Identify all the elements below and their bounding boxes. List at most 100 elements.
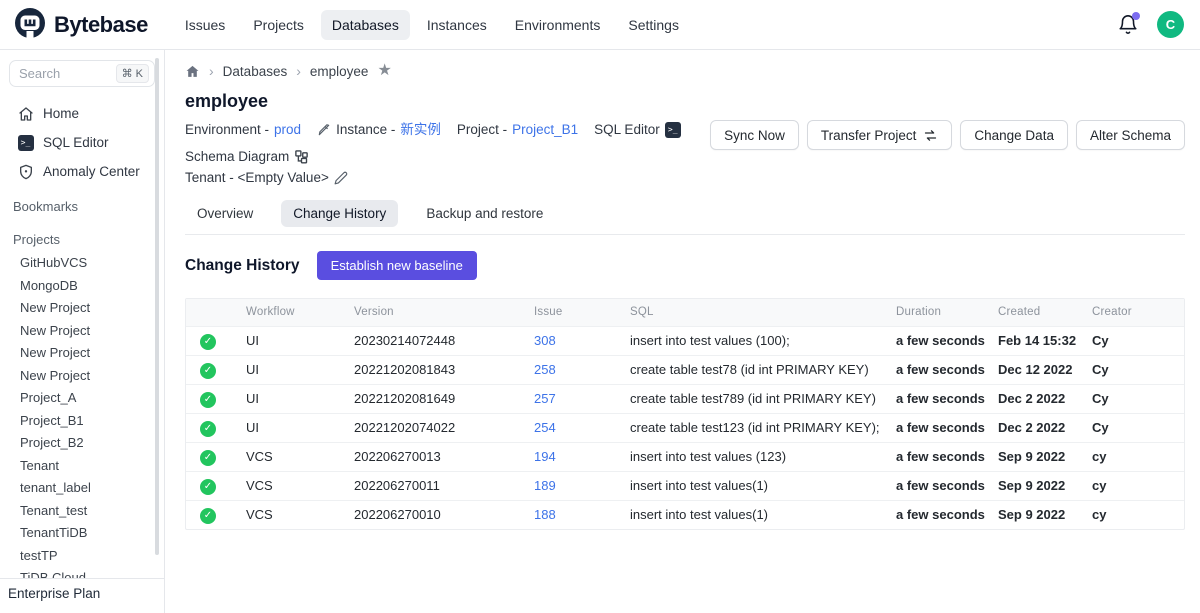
change-data-button[interactable]: Change Data (960, 120, 1068, 150)
sidebar-item-anomaly-center[interactable]: Anomaly Center (0, 157, 164, 186)
bytebase-logo-icon (14, 7, 46, 42)
table-row[interactable]: ✓ UI 20230214072448 308 insert into test… (186, 326, 1184, 355)
table-row[interactable]: ✓ UI 20221202074022 254 create table tes… (186, 413, 1184, 442)
sidebar-section-projects[interactable]: Projects (0, 219, 164, 252)
meta-schema-diagram-link[interactable]: Schema Diagram (185, 146, 309, 167)
success-check-icon: ✓ (200, 450, 216, 466)
issue-link[interactable]: 254 (534, 420, 556, 435)
sidebar-project-item[interactable]: Tenant_test (0, 500, 164, 523)
tab[interactable]: Overview (185, 200, 265, 227)
breadcrumb-databases[interactable]: Databases (223, 64, 288, 79)
meta-sql-editor-link[interactable]: SQL Editor >_ (594, 119, 681, 140)
instance-link[interactable]: 新实例 (400, 119, 441, 140)
cell-created: Feb 14 15:32 (994, 326, 1088, 355)
alter-schema-button[interactable]: Alter Schema (1076, 120, 1185, 150)
cell-creator: Cy (1088, 355, 1184, 384)
issue-link[interactable]: 258 (534, 362, 556, 377)
col-status (186, 299, 242, 326)
cell-workflow: VCS (242, 500, 350, 529)
tab[interactable]: Change History (281, 200, 398, 227)
sidebar-project-item[interactable]: Project_A (0, 387, 164, 410)
table-row[interactable]: ✓ UI 20221202081843 258 create table tes… (186, 355, 1184, 384)
cell-version: 20221202081649 (350, 384, 530, 413)
cell-creator: cy (1088, 442, 1184, 471)
project-link[interactable]: Project_B1 (512, 119, 578, 140)
sidebar-project-item[interactable]: MongoDB (0, 275, 164, 298)
cell-created: Dec 12 2022 (994, 355, 1088, 384)
issue-link[interactable]: 194 (534, 449, 556, 464)
sidebar-project-item[interactable]: Project_B1 (0, 410, 164, 433)
page-actions: Sync Now Transfer Project Change Data Al… (710, 120, 1185, 150)
sidebar-item-label: Home (43, 106, 79, 121)
sidebar-scrollbar[interactable] (155, 58, 159, 555)
tab[interactable]: Backup and restore (414, 200, 555, 227)
cell-created: Dec 2 2022 (994, 413, 1088, 442)
table-row[interactable]: ✓ VCS 202206270011 189 insert into test … (186, 471, 1184, 500)
meta-instance: Instance - 新实例 (317, 119, 441, 140)
plan-label[interactable]: Enterprise Plan (0, 578, 164, 613)
sidebar-item-home[interactable]: Home (0, 99, 164, 128)
sidebar-project-item[interactable]: testTP (0, 545, 164, 568)
sidebar-project-item[interactable]: tenant_label (0, 477, 164, 500)
col-sql: SQL (626, 299, 892, 326)
page-header: Environment - prod Instance - 新实例 Projec… (185, 119, 1185, 188)
sidebar-project-item[interactable]: New Project (0, 297, 164, 320)
issue-link[interactable]: 189 (534, 478, 556, 493)
nav-item[interactable]: Environments (504, 10, 612, 40)
cell-workflow: UI (242, 384, 350, 413)
user-avatar[interactable]: C (1157, 11, 1184, 38)
cell-duration: a few seconds (892, 326, 994, 355)
edit-pencil-icon[interactable] (334, 171, 348, 185)
database-meta: Environment - prod Instance - 新实例 Projec… (185, 119, 710, 188)
change-history-table: Workflow Version Issue SQL Duration Crea… (185, 298, 1185, 530)
cell-duration: a few seconds (892, 384, 994, 413)
cell-creator: Cy (1088, 326, 1184, 355)
cell-duration: a few seconds (892, 442, 994, 471)
sidebar-project-item[interactable]: New Project (0, 365, 164, 388)
sidebar-project-item[interactable]: New Project (0, 320, 164, 343)
table-row[interactable]: ✓ VCS 202206270013 194 insert into test … (186, 442, 1184, 471)
col-creator: Creator (1088, 299, 1184, 326)
bytebase-logo[interactable]: Bytebase (14, 7, 148, 42)
cell-version: 20221202074022 (350, 413, 530, 442)
transfer-project-button[interactable]: Transfer Project (807, 120, 953, 150)
shield-icon (17, 163, 34, 180)
cell-creator: Cy (1088, 384, 1184, 413)
nav-item[interactable]: Issues (174, 10, 236, 40)
search-placeholder: Search (19, 66, 60, 81)
cell-sql: insert into test values(1) (626, 471, 892, 500)
success-check-icon: ✓ (200, 334, 216, 350)
nav-item[interactable]: Projects (242, 10, 315, 40)
cell-sql: create table test78 (id int PRIMARY KEY) (626, 355, 892, 384)
sidebar-project-item[interactable]: Tenant (0, 455, 164, 478)
sidebar-project-item[interactable]: GitHubVCS (0, 252, 164, 275)
nav-item[interactable]: Settings (617, 10, 690, 40)
sidebar-section-bookmarks[interactable]: Bookmarks (0, 186, 164, 219)
sync-now-button[interactable]: Sync Now (710, 120, 799, 150)
issue-link[interactable]: 257 (534, 391, 556, 406)
notifications-bell-icon[interactable] (1117, 14, 1139, 36)
table-row[interactable]: ✓ VCS 202206270010 188 insert into test … (186, 500, 1184, 529)
cell-creator: cy (1088, 471, 1184, 500)
breadcrumb-home-icon[interactable] (185, 64, 200, 79)
col-issue: Issue (530, 299, 626, 326)
favorite-star-icon[interactable]: ★ (377, 63, 391, 79)
cell-sql: create table test789 (id int PRIMARY KEY… (626, 384, 892, 413)
table-row[interactable]: ✓ UI 20221202081649 257 create table tes… (186, 384, 1184, 413)
cell-created: Sep 9 2022 (994, 500, 1088, 529)
sidebar-project-item[interactable]: New Project (0, 342, 164, 365)
nav-item[interactable]: Databases (321, 10, 410, 40)
sidebar-project-list: GitHubVCSMongoDBNew ProjectNew ProjectNe… (0, 252, 164, 590)
success-check-icon: ✓ (200, 508, 216, 524)
search-input[interactable]: Search ⌘ K (9, 60, 155, 87)
sidebar-item-sql-editor[interactable]: >_ SQL Editor (0, 128, 164, 157)
nav-item[interactable]: Instances (416, 10, 498, 40)
sidebar-project-item[interactable]: Project_B2 (0, 432, 164, 455)
environment-link[interactable]: prod (274, 119, 301, 140)
cell-workflow: UI (242, 326, 350, 355)
sidebar-project-item[interactable]: TenantTiDB (0, 522, 164, 545)
cell-version: 202206270013 (350, 442, 530, 471)
issue-link[interactable]: 308 (534, 333, 556, 348)
issue-link[interactable]: 188 (534, 507, 556, 522)
establish-baseline-button[interactable]: Establish new baseline (317, 251, 477, 280)
